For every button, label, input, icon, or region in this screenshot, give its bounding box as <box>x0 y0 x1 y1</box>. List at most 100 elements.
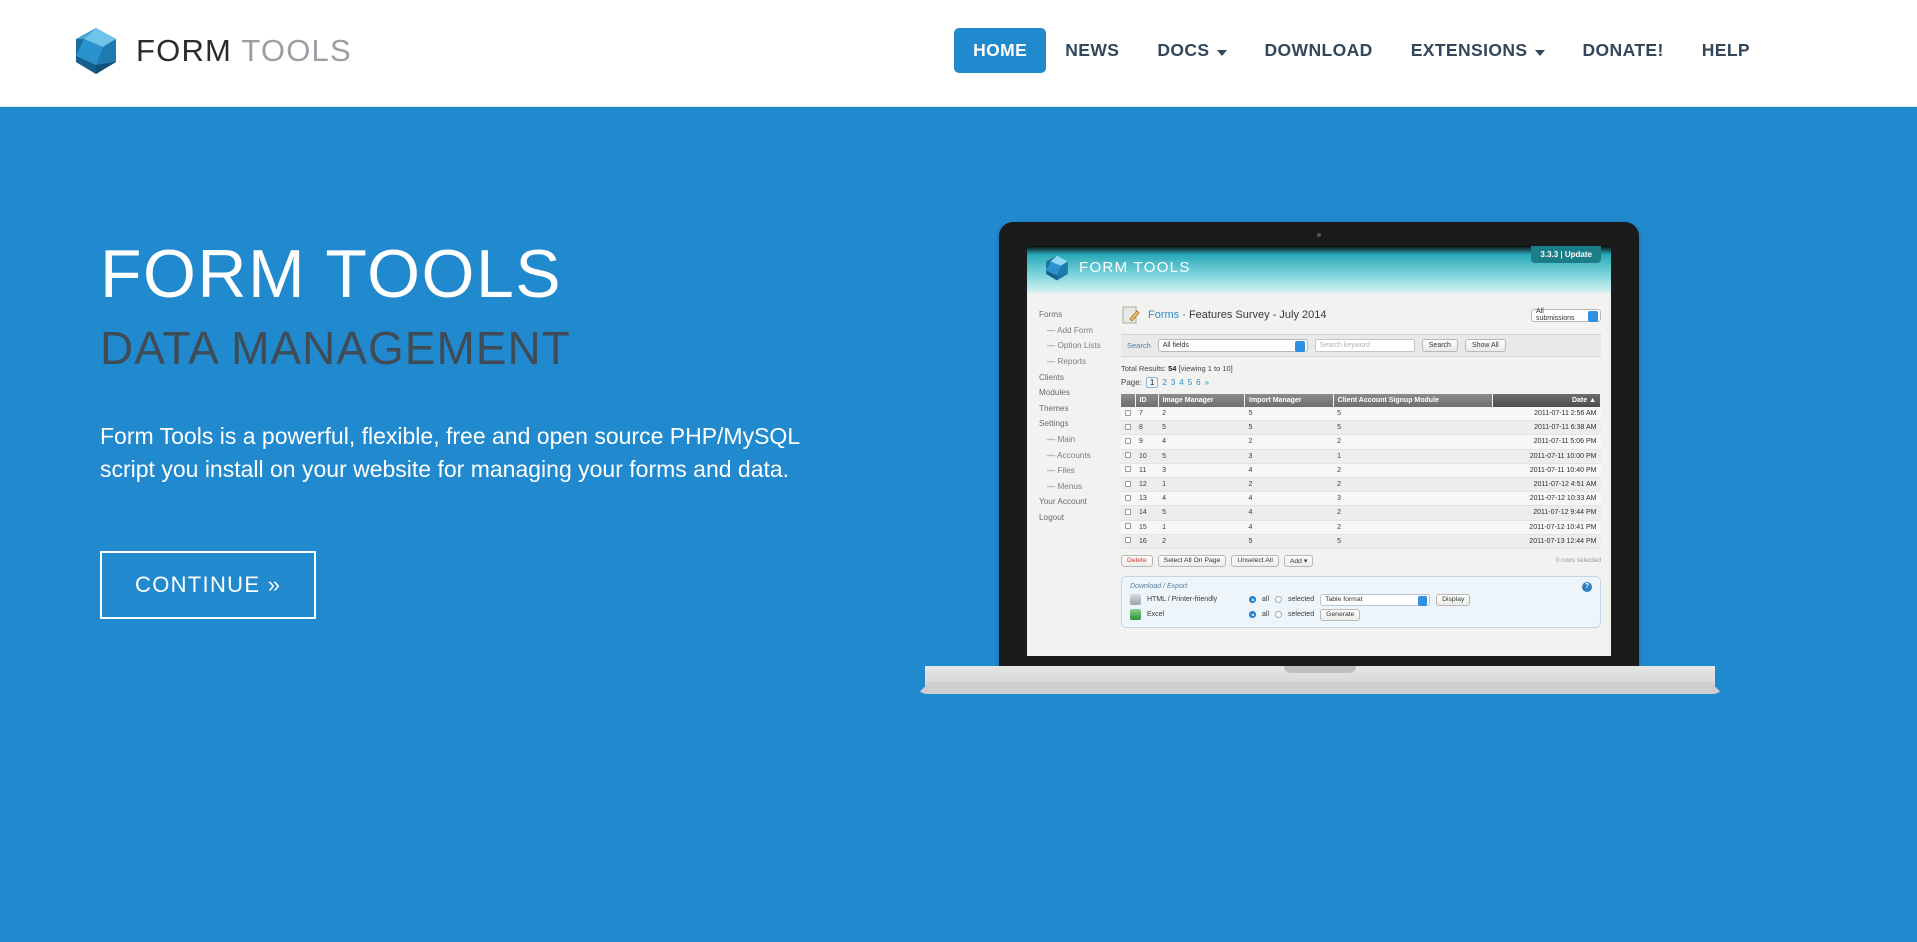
checkbox-icon[interactable] <box>1125 466 1131 473</box>
nav-item-news[interactable]: NEWS <box>1046 28 1138 73</box>
nav-item-download[interactable]: DOWNLOAD <box>1246 28 1392 73</box>
checkbox-icon[interactable] <box>1125 508 1131 515</box>
sidebar-item-reports[interactable]: — Reports <box>1039 354 1115 370</box>
checkbox-icon[interactable] <box>1125 452 1131 459</box>
show-all-button[interactable]: Show All <box>1464 339 1506 352</box>
display-button[interactable]: Display <box>1436 593 1471 606</box>
nav-item-extensions[interactable]: EXTENSIONS <box>1392 28 1564 73</box>
checkbox-icon[interactable] <box>1125 423 1131 430</box>
breadcrumb-link-forms[interactable]: Forms <box>1148 309 1179 321</box>
nav-item-docs[interactable]: DOCS <box>1138 28 1245 73</box>
row-checkbox[interactable] <box>1121 434 1135 450</box>
row-checkbox[interactable] <box>1121 520 1135 535</box>
hero-title: FORM TOOLS <box>100 236 563 312</box>
sidebar-item-main[interactable]: — Main <box>1039 432 1115 448</box>
table-row[interactable]: 16 2 5 5 2011-07-13 12:44 PM <box>1121 534 1601 549</box>
radio-html-selected[interactable] <box>1275 596 1283 604</box>
sidebar-item-forms[interactable]: Forms <box>1039 307 1115 323</box>
checkbox-icon[interactable] <box>1125 494 1131 501</box>
export-label-html: HTML / Printer-friendly <box>1147 596 1218 604</box>
page-link-6[interactable]: 6 <box>1196 378 1200 387</box>
sidebar-item-files[interactable]: — Files <box>1039 463 1115 479</box>
checkbox-icon[interactable] <box>1125 537 1131 544</box>
sidebar-item-add-form[interactable]: — Add Form <box>1039 323 1115 339</box>
export-format-select[interactable]: Table format <box>1320 593 1431 606</box>
nav-item-home[interactable]: HOME <box>954 28 1047 73</box>
table-row[interactable]: 14 5 4 2 2011-07-12 9:44 PM <box>1121 505 1601 521</box>
site-logo[interactable]: FORM TOOLS <box>70 25 352 77</box>
table-row[interactable]: 9 4 2 2 2011-07-11 5:06 PM <box>1121 434 1601 450</box>
sidebar-item-menus[interactable]: — Menus <box>1039 479 1115 495</box>
cell-signup-module: 5 <box>1333 407 1493 422</box>
radio-excel-selected[interactable] <box>1275 611 1283 619</box>
checkbox-icon[interactable] <box>1125 523 1131 530</box>
nav-item-help[interactable]: HELP <box>1683 28 1769 73</box>
add-button[interactable]: Add ▾ <box>1283 554 1314 567</box>
checkbox-icon[interactable] <box>1125 437 1131 444</box>
app-title: FORM TOOLS <box>1079 259 1191 276</box>
row-checkbox[interactable] <box>1121 477 1135 493</box>
column-date[interactable]: Date ▲ <box>1492 394 1602 407</box>
checkbox-icon[interactable] <box>1125 409 1131 416</box>
sidebar-item-modules[interactable]: Modules <box>1039 385 1115 401</box>
table-row[interactable]: 8 5 5 5 2011-07-11 6:38 AM <box>1121 420 1601 436</box>
help-icon[interactable]: ? <box>1582 581 1592 592</box>
sidebar-item-logout[interactable]: Logout <box>1039 510 1115 526</box>
table-row[interactable]: 7 2 5 5 2011-07-11 2:56 AM <box>1121 407 1601 422</box>
select-all-on-page-button[interactable]: Select All On Page <box>1157 554 1227 567</box>
unselect-all-button[interactable]: Unselect All <box>1231 554 1279 567</box>
sidebar-item-your-account[interactable]: Your Account <box>1039 494 1115 510</box>
checkbox-icon[interactable] <box>1125 480 1131 487</box>
column-image-manager[interactable]: Image Manager <box>1158 394 1246 407</box>
cell-image-manager: 5 <box>1158 505 1245 521</box>
version-update-badge[interactable]: 3.3.3 | Update <box>1531 246 1601 263</box>
cell-id: 12 <box>1135 477 1159 493</box>
column-id[interactable]: ID <box>1135 394 1159 407</box>
row-checkbox[interactable] <box>1121 420 1135 436</box>
search-button[interactable]: Search <box>1421 339 1458 352</box>
search-field-select[interactable]: All fields <box>1157 339 1308 352</box>
sidebar-item-clients[interactable]: Clients <box>1039 369 1115 385</box>
table-row[interactable]: 10 5 3 1 2011-07-11 10:00 PM <box>1121 449 1601 464</box>
page-link-3[interactable]: 3 <box>1171 378 1175 387</box>
page-link-1[interactable]: 1 <box>1145 377 1159 388</box>
column-import-manager[interactable]: Import Manager <box>1244 394 1334 407</box>
download-export-panel: ? Download / Export HTML / Printer-frien… <box>1121 575 1601 628</box>
logo-word-form: FORM <box>136 33 233 68</box>
table-row[interactable]: 12 1 2 2 2011-07-12 4:51 AM <box>1121 477 1601 493</box>
row-checkbox[interactable] <box>1121 534 1135 549</box>
delete-button[interactable]: Delete <box>1121 554 1153 567</box>
continue-button[interactable]: CONTINUE » <box>100 551 317 620</box>
nav-item-donate[interactable]: DONATE! <box>1564 28 1683 73</box>
table-row[interactable]: 15 1 4 2 2011-07-12 10:41 PM <box>1121 520 1601 535</box>
radio-excel-all[interactable] <box>1249 611 1256 619</box>
cell-signup-module: 2 <box>1333 505 1493 521</box>
sidebar-item-option-lists[interactable]: — Option Lists <box>1039 338 1115 354</box>
cell-image-manager: 5 <box>1158 420 1245 436</box>
sidebar-item-themes[interactable]: Themes <box>1039 401 1115 417</box>
table-row[interactable]: 13 4 4 3 2011-07-12 10:33 AM <box>1121 491 1601 507</box>
row-checkbox[interactable] <box>1121 505 1135 521</box>
cell-import-manager: 3 <box>1244 449 1334 464</box>
page-link-next[interactable]: » <box>1205 378 1209 387</box>
search-keyword-input[interactable]: Search keyword <box>1314 339 1415 352</box>
radio-html-all[interactable] <box>1249 596 1256 604</box>
table-row[interactable]: 11 3 4 2 2011-07-11 10:40 PM <box>1121 463 1601 478</box>
page-link-5[interactable]: 5 <box>1188 378 1192 387</box>
view-select[interactable]: All submissions <box>1531 308 1601 322</box>
breadcrumb: Forms · Features Survey - July 2014 All … <box>1121 305 1601 325</box>
column-select-all[interactable] <box>1121 394 1136 407</box>
page-link-2[interactable]: 2 <box>1162 378 1166 387</box>
search-bar: Search All fields Search keyword Search … <box>1121 334 1601 357</box>
sidebar-item-settings[interactable]: Settings <box>1039 416 1115 432</box>
row-checkbox[interactable] <box>1121 449 1135 464</box>
page-link-4[interactable]: 4 <box>1179 378 1183 387</box>
sidebar-item-accounts[interactable]: — Accounts <box>1039 447 1115 463</box>
row-checkbox[interactable] <box>1121 407 1135 422</box>
column-signup-module[interactable]: Client Account Signup Module <box>1333 394 1493 407</box>
cell-id: 13 <box>1135 491 1159 507</box>
breadcrumb-text: Forms · Features Survey - July 2014 <box>1148 309 1327 321</box>
generate-button[interactable]: Generate <box>1320 608 1361 621</box>
row-checkbox[interactable] <box>1121 491 1135 507</box>
row-checkbox[interactable] <box>1121 463 1135 478</box>
